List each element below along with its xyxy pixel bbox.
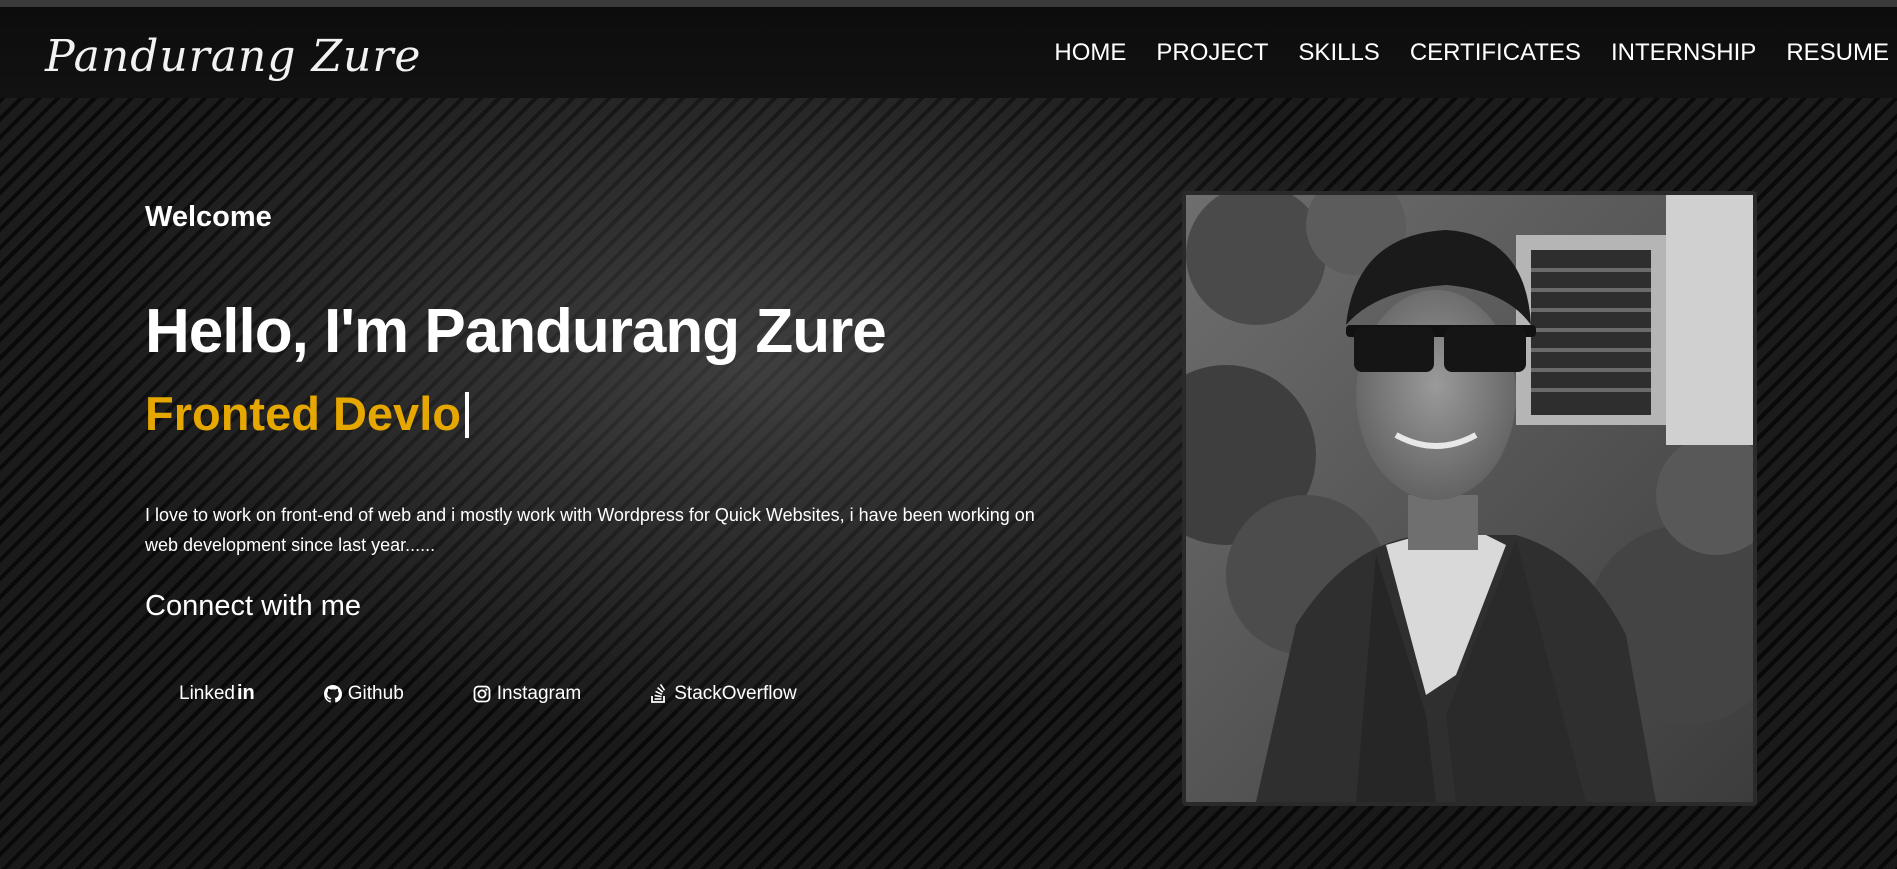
page: Pandurang Zure HOME PROJECT SKILLS CERTI…: [0, 0, 1897, 869]
nav-internship[interactable]: INTERNSHIP: [1611, 39, 1756, 67]
stackoverflow-link[interactable]: StackOverflow: [650, 682, 797, 705]
linkedin-label: Linked: [179, 682, 235, 704]
browser-top-strip: [0, 0, 1897, 7]
linkedin-icon: in: [237, 682, 255, 704]
stackoverflow-icon: [650, 683, 668, 704]
profile-photo-frame: [1182, 191, 1757, 806]
nav-links: HOME PROJECT SKILLS CERTIFICATES INTERNS…: [1054, 39, 1889, 67]
nav-certificates[interactable]: CERTIFICATES: [1410, 39, 1581, 67]
instagram-icon: [473, 685, 491, 703]
github-label: Github: [347, 682, 404, 704]
typed-role: Fronted Devlo: [145, 386, 469, 441]
navbar: Pandurang Zure HOME PROJECT SKILLS CERTI…: [0, 7, 1897, 98]
social-links: Linked in Github Instagram StackOverflow: [179, 682, 797, 705]
intro-paragraph: I love to work on front-end of web and i…: [145, 505, 1035, 555]
nav-project[interactable]: PROJECT: [1156, 39, 1268, 67]
nav-resume[interactable]: RESUME: [1786, 39, 1889, 67]
profile-photo: [1186, 195, 1753, 802]
instagram-link[interactable]: Instagram: [473, 683, 581, 705]
typed-role-text: Fronted Devlo: [145, 387, 461, 440]
instagram-label: Instagram: [496, 682, 582, 704]
linkedin-link[interactable]: Linked in: [179, 682, 255, 705]
nav-home[interactable]: HOME: [1054, 39, 1126, 67]
connect-heading: Connect with me: [145, 590, 361, 622]
typing-cursor: [464, 392, 469, 438]
github-link[interactable]: Github: [323, 682, 404, 705]
hero-headline: Hello, I'm Pandurang Zure: [145, 297, 887, 366]
nav-skills[interactable]: SKILLS: [1298, 39, 1379, 67]
stackoverflow-label: StackOverflow: [674, 682, 797, 704]
hero-section: Welcome Hello, I'm Pandurang Zure Fronte…: [0, 98, 1897, 869]
welcome-label: Welcome: [145, 201, 272, 233]
brand-logo[interactable]: Pandurang Zure: [45, 31, 421, 82]
github-icon: [323, 684, 342, 703]
